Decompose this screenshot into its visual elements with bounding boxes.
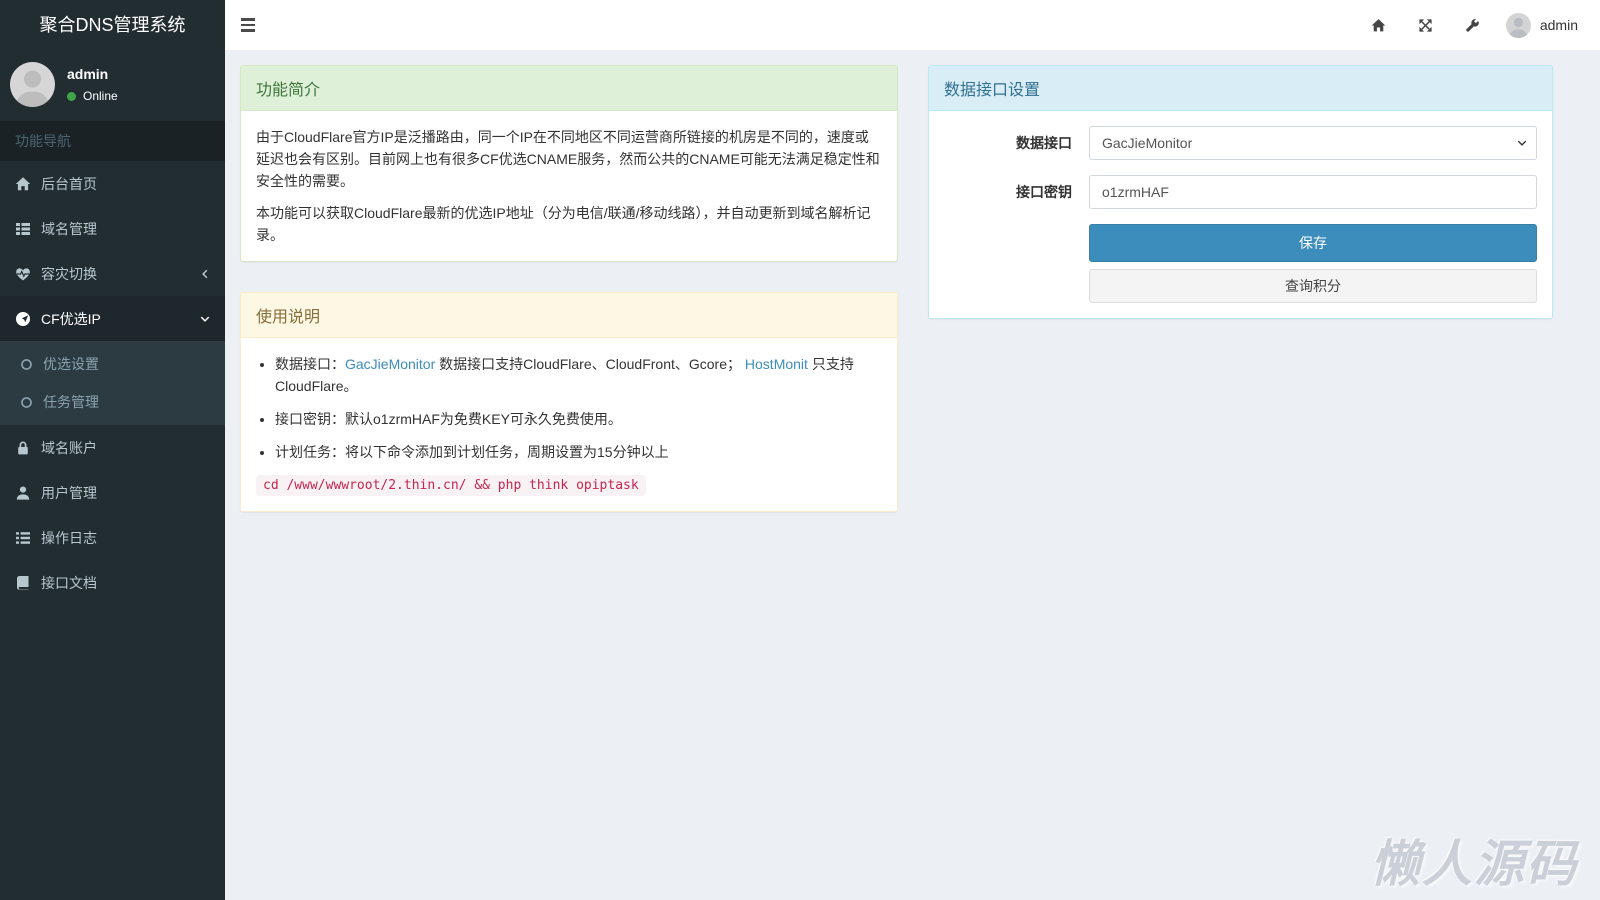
api-key-label: 接口密钥 (1016, 184, 1072, 200)
user-icon (16, 486, 30, 500)
sidebar-item-label: 域名管理 (41, 220, 97, 237)
sidebar-item-label: 用户管理 (41, 484, 97, 501)
home-button[interactable] (1355, 0, 1402, 50)
wrench-icon (1466, 18, 1479, 32)
left-column: 功能简介 由于CloudFlare官方IP是泛播路由，同一个IP在不同地区不同运… (240, 65, 898, 885)
usage-panel-body: 数据接口：GacJieMonitor 数据接口支持CloudFlare、Clou… (241, 338, 897, 511)
fullscreen-icon (1419, 18, 1432, 32)
sidebar-item-operation-logs[interactable]: 操作日志 (0, 515, 225, 560)
form-buttons: 保存 查询积分 (1089, 224, 1537, 303)
intro-panel-body: 由于CloudFlare官方IP是泛播路由，同一个IP在不同地区不同运营商所链接… (241, 111, 897, 261)
sidebar-menu: 后台首页 域名管理 容灾切换 CF优选IP 优选设置 任务管理 域名账户 用户管… (0, 161, 225, 605)
usage-item-text: 数据接口支持CloudFlare、CloudFront、Gcore； (435, 356, 745, 372)
main-content: 功能简介 由于CloudFlare官方IP是泛播路由，同一个IP在不同地区不同运… (225, 50, 1600, 900)
intro-paragraph-2: 本功能可以获取CloudFlare最新的优选IP地址（分为电信/联通/移动线路）… (256, 205, 871, 243)
navbar-avatar (1505, 12, 1531, 38)
cron-command-code: cd /www/wwwroot/2.thin.cn/ && php think … (256, 475, 646, 496)
sidebar-subitem-label: 优选设置 (43, 356, 99, 372)
data-api-label: 数据接口 (1016, 135, 1072, 151)
user-status[interactable]: Online (67, 89, 118, 103)
sidebar-item-api-docs[interactable]: 接口文档 (0, 560, 225, 605)
sidebar-item-dashboard[interactable]: 后台首页 (0, 161, 225, 206)
sidebar-item-cf-optimal-ip[interactable]: CF优选IP (0, 296, 225, 341)
navbar-username: admin (1539, 17, 1578, 33)
navbar-right: admin (1355, 0, 1588, 50)
home-icon (1371, 18, 1386, 31)
fullscreen-button[interactable] (1402, 0, 1449, 50)
sidebar-user-panel: admin Online (0, 50, 225, 121)
app-logo-title[interactable]: 聚合DNS管理系统 (0, 0, 225, 50)
circle-o-icon (21, 358, 32, 370)
save-button[interactable]: 保存 (1089, 224, 1537, 262)
sidebar-item-user-management[interactable]: 用户管理 (0, 470, 225, 515)
gacjiemonitor-link[interactable]: GacJieMonitor (345, 356, 435, 372)
data-api-select[interactable]: GacJieMonitor (1089, 126, 1537, 160)
usage-item-api-key: 接口密钥：默认o1zrmHAF为免费KEY可永久免费使用。 (275, 408, 882, 430)
api-settings-panel: 数据接口设置 数据接口 GacJieMonitor 接口密钥 o1zrmHAF … (928, 65, 1553, 319)
navbar-user-menu[interactable]: admin (1496, 12, 1588, 38)
hostmonit-link[interactable]: HostMonit (745, 356, 808, 372)
lock-icon (18, 441, 28, 454)
user-avatar (10, 62, 55, 107)
sidebar: 聚合DNS管理系统 admin Online 功能导航 后台首页 域名管理 容灾… (0, 0, 225, 900)
user-status-label: Online (83, 89, 118, 103)
sidebar-subitem-label: 任务管理 (43, 394, 99, 410)
usage-item-data-api: 数据接口：GacJieMonitor 数据接口支持CloudFlare、Clou… (275, 353, 882, 397)
top-navbar: admin (225, 0, 1600, 50)
api-settings-title: 数据接口设置 (929, 66, 1552, 111)
usage-panel: 使用说明 数据接口：GacJieMonitor 数据接口支持CloudFlare… (240, 292, 898, 512)
book-icon (17, 575, 29, 590)
sidebar-section-header: 功能导航 (0, 121, 225, 161)
right-column: 数据接口设置 数据接口 GacJieMonitor 接口密钥 o1zrmHAF … (928, 65, 1553, 885)
sidebar-item-label: 域名账户 (41, 439, 97, 456)
api-settings-body: 数据接口 GacJieMonitor 接口密钥 o1zrmHAF 保存 查询积分 (929, 111, 1552, 318)
data-api-control: GacJieMonitor (1089, 126, 1537, 160)
query-credits-button[interactable]: 查询积分 (1089, 269, 1537, 303)
sidebar-submenu: 优选设置 任务管理 (0, 341, 225, 425)
data-api-row: 数据接口 GacJieMonitor (944, 126, 1537, 160)
sidebar-subitem-task-management[interactable]: 任务管理 (0, 383, 225, 421)
sidebar-item-label: 操作日志 (41, 529, 97, 546)
th-list-icon (16, 222, 30, 235)
intro-panel: 功能简介 由于CloudFlare官方IP是泛播路由，同一个IP在不同地区不同运… (240, 65, 898, 262)
user-name: admin (67, 66, 109, 82)
sidebar-item-domain-accounts[interactable]: 域名账户 (0, 425, 225, 470)
sidebar-item-failover[interactable]: 容灾切换 (0, 251, 225, 296)
person-icon (16, 70, 49, 107)
intro-paragraph-1: 由于CloudFlare官方IP是泛播路由，同一个IP在不同地区不同运营商所链接… (256, 129, 880, 189)
chevron-down-icon (200, 316, 210, 322)
list-ul-icon (16, 531, 30, 544)
chevron-left-icon (202, 269, 208, 278)
api-key-input[interactable] (1089, 175, 1537, 209)
home-icon (15, 176, 31, 190)
sidebar-toggle-button[interactable] (225, 0, 270, 50)
sidebar-item-domains[interactable]: 域名管理 (0, 206, 225, 251)
circle-o-icon (21, 396, 32, 408)
usage-list: 数据接口：GacJieMonitor 数据接口支持CloudFlare、Clou… (256, 353, 882, 463)
usage-item-cron: 计划任务：将以下命令添加到计划任务，周期设置为15分钟以上 (275, 441, 882, 463)
sidebar-subitem-optimal-settings[interactable]: 优选设置 (0, 345, 225, 383)
api-key-control (1089, 175, 1537, 209)
settings-button[interactable] (1449, 0, 1496, 50)
intro-panel-title: 功能简介 (241, 66, 897, 111)
heartbeat-icon (16, 267, 30, 280)
globe-icon (16, 311, 30, 326)
sidebar-item-label: 容灾切换 (41, 265, 97, 282)
person-icon (1509, 17, 1528, 38)
user-info: admin Online (67, 66, 118, 103)
usage-item-text: 数据接口： (275, 356, 345, 372)
usage-panel-title: 使用说明 (241, 293, 897, 338)
api-key-row: 接口密钥 (944, 175, 1537, 209)
online-dot-icon (67, 91, 76, 101)
sidebar-item-label: CF优选IP (41, 310, 101, 327)
sidebar-item-label: 接口文档 (41, 574, 97, 591)
sidebar-item-label: 后台首页 (41, 175, 97, 192)
